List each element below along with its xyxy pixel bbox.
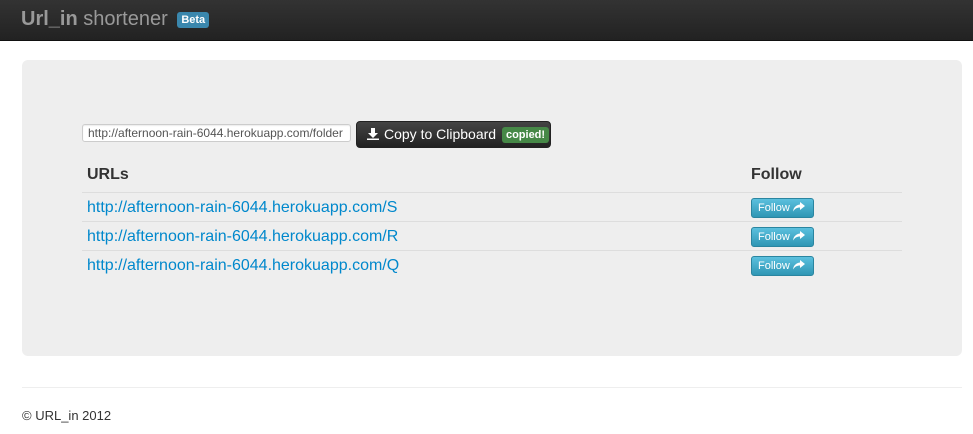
follow-button[interactable]: Follow	[751, 227, 814, 247]
follow-button[interactable]: Follow	[751, 256, 814, 276]
copied-badge: copied!	[501, 127, 550, 143]
share-arrow-icon	[792, 260, 805, 270]
column-header-follow: Follow	[751, 166, 802, 183]
top-navbar: Url_in shortener Beta	[0, 0, 973, 41]
short-url-link[interactable]: http://afternoon-rain-6044.herokuapp.com…	[87, 228, 398, 246]
table-row: http://afternoon-rain-6044.herokuapp.com…	[82, 192, 902, 221]
footer-divider	[22, 387, 962, 388]
share-arrow-icon	[792, 202, 805, 212]
follow-button-label: Follow	[758, 231, 790, 243]
follow-button-label: Follow	[758, 202, 790, 214]
share-arrow-icon	[792, 231, 805, 241]
copy-to-clipboard-button[interactable]: Copy to Clipboard copied!	[356, 121, 551, 148]
brand-suffix: shortener	[83, 8, 168, 30]
footer-copyright: © URL_in 2012	[22, 408, 112, 423]
hero-unit: http://afternoon-rain-6044.herokuapp.com…	[22, 60, 962, 356]
copy-button-label: Copy to Clipboard	[384, 126, 497, 142]
short-url-link[interactable]: http://afternoon-rain-6044.herokuapp.com…	[87, 199, 397, 217]
download-icon	[367, 128, 379, 140]
table-row: http://afternoon-rain-6044.herokuapp.com…	[82, 250, 902, 279]
follow-button[interactable]: Follow	[751, 198, 814, 218]
brand[interactable]: Url_in shortener Beta	[21, 8, 210, 31]
column-header-urls: URLs	[87, 166, 129, 183]
table-row: http://afternoon-rain-6044.herokuapp.com…	[82, 221, 902, 250]
short-url-link[interactable]: http://afternoon-rain-6044.herokuapp.com…	[87, 257, 399, 275]
beta-badge: Beta	[177, 12, 210, 28]
short-url-input[interactable]: http://afternoon-rain-6044.herokuapp.com…	[82, 124, 351, 142]
brand-name: Url_in	[21, 8, 78, 30]
follow-button-label: Follow	[758, 260, 790, 272]
